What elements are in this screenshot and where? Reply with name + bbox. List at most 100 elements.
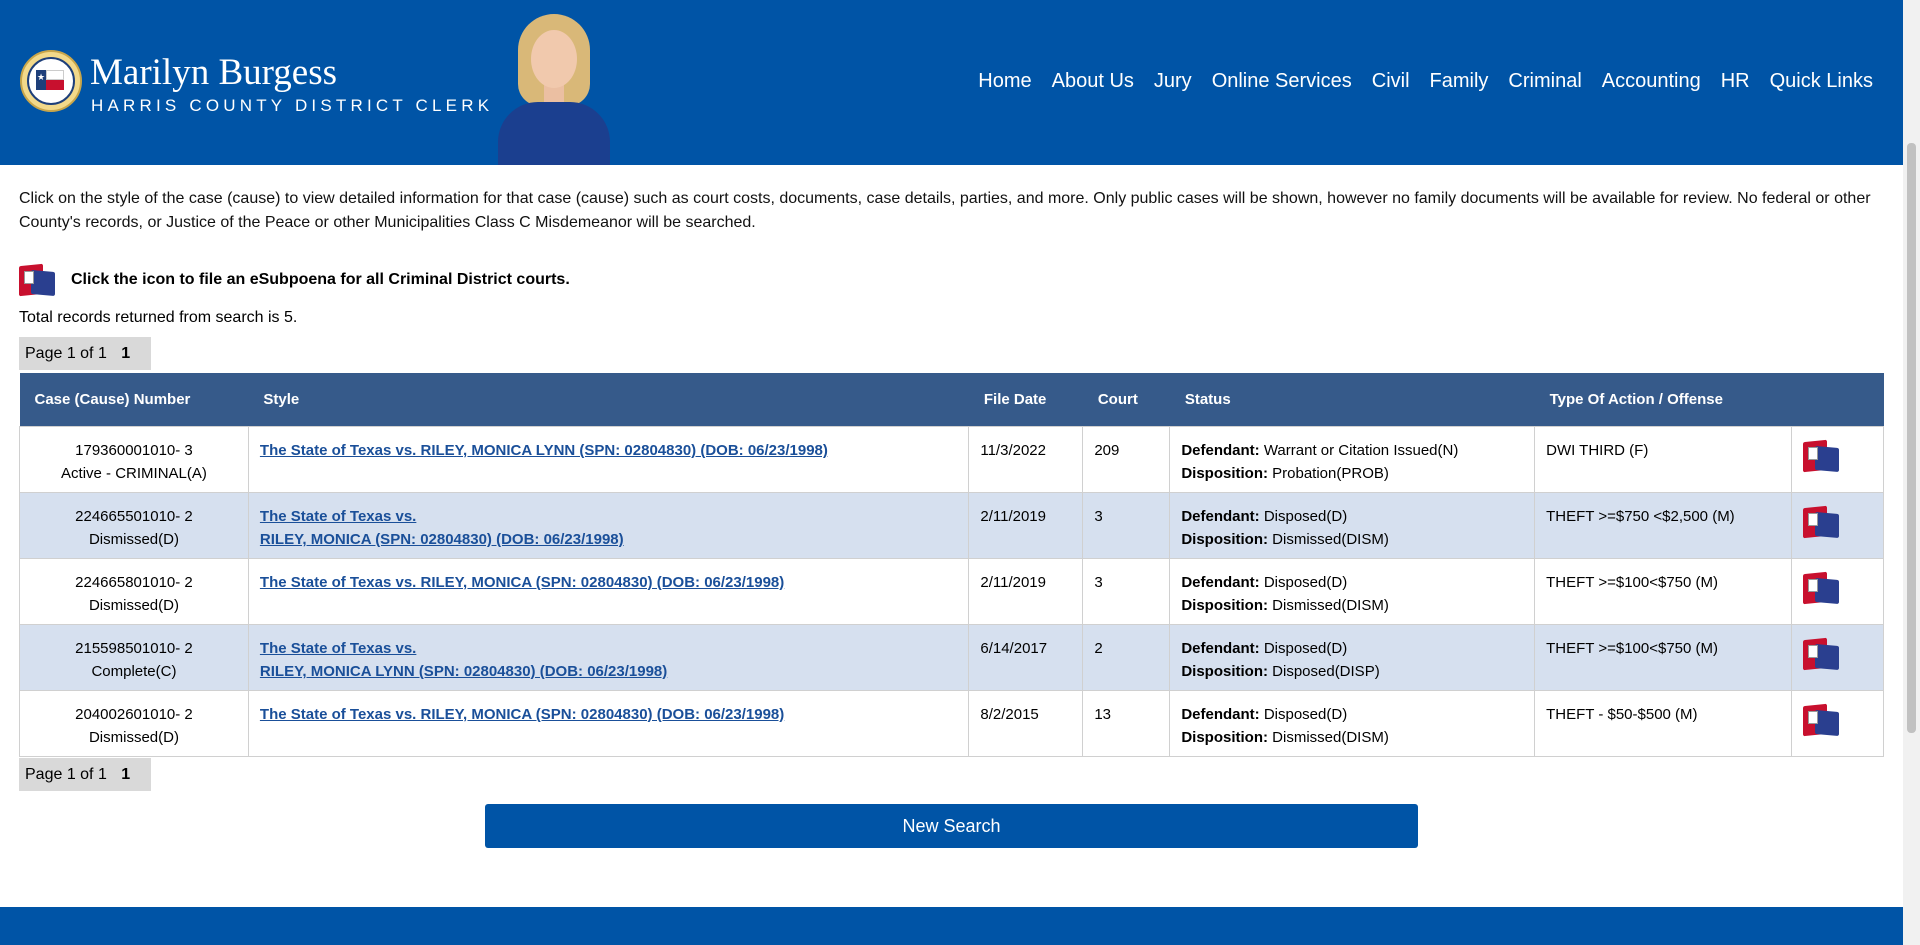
status-cell: Defendant: Disposed(D) Disposition: Dismi… bbox=[1169, 690, 1536, 757]
style-cell: The State of Texas vs. RILEY, MONICA LYN… bbox=[247, 624, 970, 691]
brand-name[interactable]: Marilyn Burgess bbox=[90, 53, 337, 93]
case-cell: 224665801010- 2 Dismissed(D) bbox=[19, 558, 249, 625]
pager-bottom: Page 1 of 1 1 bbox=[19, 758, 151, 791]
style-cell: The State of Texas vs. RILEY, MONICA (SP… bbox=[247, 492, 970, 559]
portrait-face bbox=[531, 30, 577, 88]
table-row: 179360001010- 3 Active - CRIMINAL(A) The … bbox=[19, 426, 1885, 493]
status-cell: Defendant: Disposed(D) Disposition: Dismi… bbox=[1169, 492, 1536, 559]
new-search-button[interactable]: New Search bbox=[485, 804, 1418, 848]
disposition-status: Dismissed(DISM) bbox=[1272, 597, 1389, 614]
county-seal-logo[interactable]: ★ bbox=[20, 50, 82, 112]
pager-current-page[interactable]: 1 bbox=[121, 766, 130, 783]
esubpoena-cell bbox=[1790, 492, 1885, 559]
defendant-status: Disposed(D) bbox=[1263, 574, 1348, 591]
disposition-status: Probation(PROB) bbox=[1272, 465, 1389, 482]
court: 3 bbox=[1082, 492, 1171, 559]
total-records: Total records returned from search is 5. bbox=[19, 309, 298, 326]
case-cell: 204002601010- 2 Dismissed(D) bbox=[19, 690, 249, 757]
nav-quick-links[interactable]: Quick Links bbox=[1770, 70, 1873, 93]
nav-jury[interactable]: Jury bbox=[1154, 70, 1192, 93]
page-scrollbar[interactable] bbox=[1903, 0, 1920, 945]
nav-family[interactable]: Family bbox=[1430, 70, 1489, 93]
nav-civil[interactable]: Civil bbox=[1372, 70, 1410, 93]
case-status: Active - CRIMINAL(A) bbox=[61, 465, 207, 482]
col-status: Status bbox=[1169, 373, 1535, 427]
court: 2 bbox=[1082, 624, 1171, 691]
nav-hr[interactable]: HR bbox=[1721, 70, 1750, 93]
disposition-status: Dismissed(DISM) bbox=[1272, 729, 1389, 746]
case-number: 204002601010- 2 bbox=[75, 706, 193, 723]
col-file-date: File Date bbox=[968, 373, 1083, 427]
disposition-status: Disposed(DISP) bbox=[1272, 663, 1380, 680]
nav-home[interactable]: Home bbox=[978, 70, 1031, 93]
esubpoena-icon[interactable] bbox=[1802, 637, 1841, 671]
case-style-link[interactable]: The State of Texas vs. RILEY, MONICA (SP… bbox=[260, 508, 624, 548]
case-number: 224665801010- 2 bbox=[75, 574, 193, 591]
brand-subtitle: HARRIS COUNTY DISTRICT CLERK bbox=[91, 96, 494, 115]
nav-about-us[interactable]: About Us bbox=[1052, 70, 1134, 93]
case-cell: 215598501010- 2 Complete(C) bbox=[19, 624, 249, 691]
table-header-row: Case (Cause) Number Style File Date Cour… bbox=[19, 373, 1884, 427]
star-icon: ★ bbox=[37, 72, 46, 82]
esubpoena-icon[interactable] bbox=[19, 263, 57, 297]
table-row: 204002601010- 2 Dismissed(D) The State of… bbox=[19, 690, 1885, 757]
offense: DWI THIRD (F) bbox=[1534, 426, 1792, 493]
pager-top: Page 1 of 1 1 bbox=[19, 337, 151, 370]
defendant-status: Warrant or Citation Issued(N) bbox=[1263, 442, 1459, 459]
court: 13 bbox=[1082, 690, 1171, 757]
offense: THEFT >=$100<$750 (M) bbox=[1534, 624, 1792, 691]
case-status: Dismissed(D) bbox=[88, 531, 179, 548]
site-footer bbox=[0, 907, 1903, 945]
file-date: 11/3/2022 bbox=[968, 426, 1084, 493]
style-cell: The State of Texas vs. RILEY, MONICA (SP… bbox=[247, 690, 970, 757]
case-status: Complete(C) bbox=[91, 663, 177, 680]
case-cell: 179360001010- 3 Active - CRIMINAL(A) bbox=[19, 426, 249, 493]
pager-label: Page 1 of 1 bbox=[25, 766, 107, 783]
defendant-status: Disposed(D) bbox=[1263, 706, 1348, 723]
table-row: 224665501010- 2 Dismissed(D) The State of… bbox=[19, 492, 1885, 559]
seal-flag-white bbox=[46, 70, 64, 80]
file-date: 2/11/2019 bbox=[968, 492, 1084, 559]
case-number: 215598501010- 2 bbox=[75, 640, 193, 657]
table-row: 215598501010- 2 Complete(C) The State of … bbox=[19, 624, 1885, 691]
style-cell: The State of Texas vs. RILEY, MONICA (SP… bbox=[247, 558, 970, 625]
case-status: Dismissed(D) bbox=[88, 597, 179, 614]
disposition-status: Dismissed(DISM) bbox=[1272, 531, 1389, 548]
nav-online-services[interactable]: Online Services bbox=[1212, 70, 1352, 93]
esubpoena-icon[interactable] bbox=[1802, 439, 1841, 473]
style-cell: The State of Texas vs. RILEY, MONICA LYN… bbox=[247, 426, 970, 493]
clerk-portrait bbox=[498, 14, 610, 165]
defendant-status: Disposed(D) bbox=[1263, 508, 1348, 525]
file-date: 8/2/2015 bbox=[968, 690, 1084, 757]
case-cell: 224665501010- 2 Dismissed(D) bbox=[19, 492, 249, 559]
esubpoena-icon[interactable] bbox=[1802, 505, 1841, 539]
court: 3 bbox=[1082, 558, 1171, 625]
esubpoena-icon[interactable] bbox=[1802, 571, 1841, 605]
esubpoena-icon[interactable] bbox=[1802, 703, 1841, 737]
nav-criminal[interactable]: Criminal bbox=[1508, 70, 1581, 93]
col-offense: Type Of Action / Offense bbox=[1534, 373, 1792, 427]
col-style: Style bbox=[248, 373, 969, 427]
site-header: ★ Marilyn Burgess HARRIS COUNTY DISTRICT… bbox=[0, 0, 1903, 165]
case-style-link[interactable]: The State of Texas vs. RILEY, MONICA LYN… bbox=[260, 640, 667, 680]
status-cell: Defendant: Disposed(D) Disposition: Dismi… bbox=[1169, 558, 1536, 625]
pager-label: Page 1 of 1 bbox=[25, 345, 107, 362]
status-cell: Defendant: Disposed(D) Disposition: Dispo… bbox=[1169, 624, 1536, 691]
esubpoena-cell bbox=[1790, 624, 1885, 691]
esubpoena-cell bbox=[1790, 426, 1885, 493]
results-table: Case (Cause) Number Style File Date Cour… bbox=[19, 373, 1885, 757]
col-court: Court bbox=[1082, 373, 1170, 427]
nav-accounting[interactable]: Accounting bbox=[1602, 70, 1701, 93]
main-nav: Home About Us Jury Online Services Civil… bbox=[958, 70, 1873, 93]
esubpoena-cell bbox=[1790, 690, 1885, 757]
case-style-link[interactable]: The State of Texas vs. RILEY, MONICA (SP… bbox=[260, 574, 784, 591]
esubpoena-row: Click the icon to file an eSubpoena for … bbox=[19, 262, 570, 298]
scrollbar-thumb[interactable] bbox=[1907, 143, 1916, 733]
court: 209 bbox=[1082, 426, 1171, 493]
offense: THEFT - $50-$500 (M) bbox=[1534, 690, 1792, 757]
file-date: 6/14/2017 bbox=[968, 624, 1084, 691]
pager-current-page[interactable]: 1 bbox=[121, 345, 130, 362]
case-style-link[interactable]: The State of Texas vs. RILEY, MONICA (SP… bbox=[260, 706, 784, 723]
esubpoena-cell bbox=[1790, 558, 1885, 625]
case-style-link[interactable]: The State of Texas vs. RILEY, MONICA LYN… bbox=[260, 442, 828, 459]
